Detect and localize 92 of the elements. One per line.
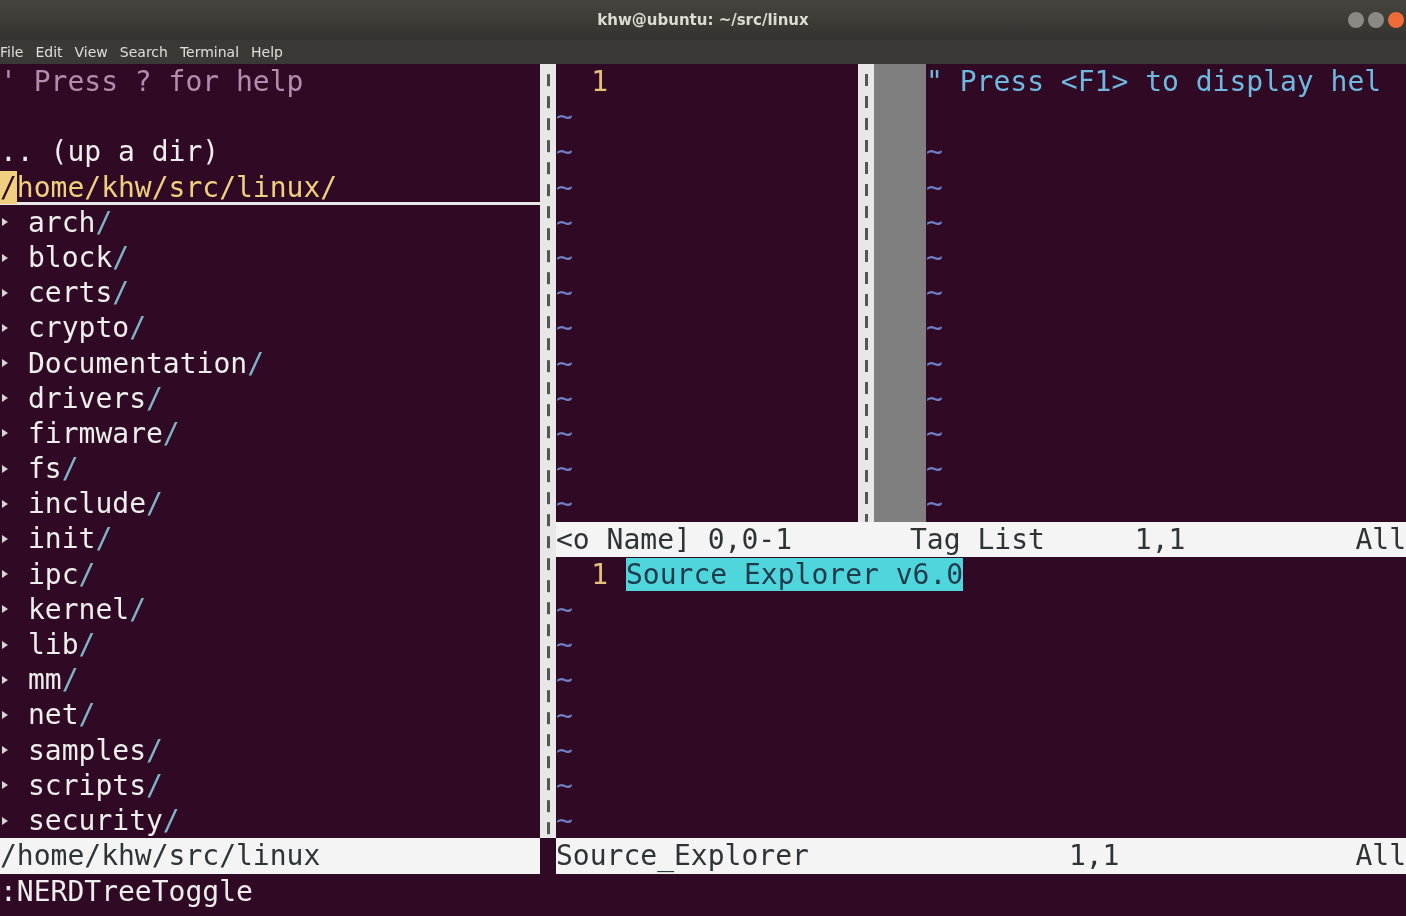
line-number: 1 (590, 556, 608, 592)
collapsed-arrow-icon[interactable] (0, 286, 10, 299)
scroll-position: All (1355, 838, 1406, 874)
empty-line-marker: ~ (926, 275, 944, 311)
collapsed-arrow-icon[interactable] (0, 673, 10, 686)
empty-line-marker: ~ (556, 697, 574, 733)
directory-name[interactable]: init/ (28, 521, 113, 557)
directory-name[interactable]: net/ (28, 697, 96, 733)
collapsed-arrow-icon[interactable] (0, 216, 10, 229)
directory-name[interactable]: mm/ (28, 662, 79, 698)
collapsed-arrow-icon[interactable] (0, 321, 10, 334)
directory-name[interactable]: drivers/ (28, 380, 163, 416)
line-number: 1 (590, 64, 608, 100)
directory-name[interactable]: arch/ (28, 204, 113, 240)
empty-line-marker: ~ (556, 134, 574, 170)
directory-name[interactable]: ipc/ (28, 556, 96, 592)
empty-line-marker: ~ (926, 204, 944, 240)
status-text: <o Name] 0,0-1 (556, 521, 792, 557)
empty-line-marker: ~ (556, 310, 574, 346)
empty-line-marker: ~ (556, 732, 574, 768)
minimize-button[interactable] (1348, 12, 1364, 28)
collapsed-arrow-icon[interactable] (0, 533, 10, 546)
empty-line-marker: ~ (926, 239, 944, 276)
empty-line-marker: ~ (556, 345, 574, 381)
status-text: /home/khw/src/linux (0, 838, 321, 874)
empty-line-marker: ~ (556, 169, 574, 205)
collapsed-arrow-icon[interactable] (0, 814, 10, 827)
menu-item[interactable]: File (0, 44, 24, 60)
help-comment: " Press <F1> to display hel (926, 64, 1383, 100)
empty-line-marker: ~ (926, 486, 944, 522)
collapsed-arrow-icon[interactable] (0, 427, 10, 440)
empty-line-marker: ~ (556, 591, 574, 628)
menu-item[interactable]: Edit (35, 44, 63, 60)
empty-line-marker: ~ (556, 380, 574, 416)
maximize-button[interactable] (1368, 12, 1384, 28)
directory-name[interactable]: include/ (28, 486, 163, 522)
directory-name[interactable]: samples/ (28, 732, 163, 768)
collapsed-arrow-icon[interactable] (0, 779, 10, 792)
collapsed-arrow-icon[interactable] (0, 357, 10, 370)
scroll-position: All (1355, 521, 1406, 557)
empty-line-marker: ~ (556, 451, 574, 487)
empty-line-marker: ~ (926, 169, 944, 205)
empty-line-marker: ~ (556, 204, 574, 240)
empty-line-marker: ~ (556, 239, 574, 276)
menu-item[interactable]: Help (251, 44, 283, 60)
collapsed-arrow-icon[interactable] (0, 462, 10, 475)
cursor-position: 1,1 (1134, 521, 1187, 557)
menu-item[interactable]: View (74, 44, 108, 60)
status-text: Tag List (910, 521, 1045, 557)
tree-up-dir[interactable]: .. (up a dir) (0, 134, 540, 170)
empty-line-marker: ~ (556, 803, 574, 839)
directory-name[interactable]: kernel/ (28, 591, 146, 627)
directory-name[interactable]: certs/ (28, 275, 130, 311)
directory-name[interactable]: block/ (28, 239, 130, 276)
directory-name[interactable]: firmware/ (28, 415, 180, 452)
command-line: :NERDTreeToggle (0, 873, 254, 909)
directory-name[interactable]: scripts/ (28, 767, 163, 803)
empty-line-marker: ~ (926, 345, 944, 381)
window-title: khw@ubuntu: ~/src/linux (597, 11, 809, 29)
collapsed-arrow-icon[interactable] (0, 744, 10, 757)
empty-line-marker: ~ (556, 275, 574, 311)
directory-name[interactable]: Documentation/ (28, 345, 264, 381)
help-comment: ' Press ? for help (0, 64, 305, 100)
collapsed-arrow-icon[interactable] (0, 251, 10, 264)
collapsed-arrow-icon[interactable] (0, 392, 10, 405)
empty-line-marker: ~ (556, 662, 574, 698)
status-text: Source_Explorer (556, 838, 809, 874)
close-button[interactable] (1388, 12, 1404, 28)
collapsed-arrow-icon[interactable] (0, 638, 10, 651)
collapsed-arrow-icon[interactable] (0, 603, 10, 616)
cursor-position: 1,1 (1068, 838, 1121, 874)
empty-line-marker: ~ (926, 134, 944, 170)
empty-line-marker: ~ (556, 99, 574, 135)
collapsed-arrow-icon[interactable] (0, 497, 10, 510)
collapsed-arrow-icon[interactable] (0, 568, 10, 581)
tree-root-path[interactable]: /home/khw/src/linux/ (0, 169, 540, 205)
menu-item[interactable]: Terminal (179, 44, 240, 60)
empty-line-marker: ~ (926, 380, 944, 416)
collapsed-arrow-icon[interactable] (0, 708, 10, 721)
empty-line-marker: ~ (926, 451, 944, 487)
empty-line-marker: ~ (556, 415, 574, 452)
directory-name[interactable]: security/ (28, 802, 180, 839)
title-text: Source Explorer v6.0 (626, 557, 964, 591)
empty-line-marker: ~ (556, 486, 574, 522)
menu-item[interactable]: Search (119, 44, 168, 60)
empty-line-marker: ~ (926, 415, 944, 452)
empty-line-marker: ~ (556, 767, 574, 804)
directory-name[interactable]: crypto/ (28, 310, 146, 346)
empty-line-marker: ~ (926, 310, 944, 346)
directory-name[interactable]: fs/ (28, 451, 79, 487)
empty-line-marker: ~ (556, 627, 574, 663)
directory-name[interactable]: lib/ (28, 627, 96, 663)
